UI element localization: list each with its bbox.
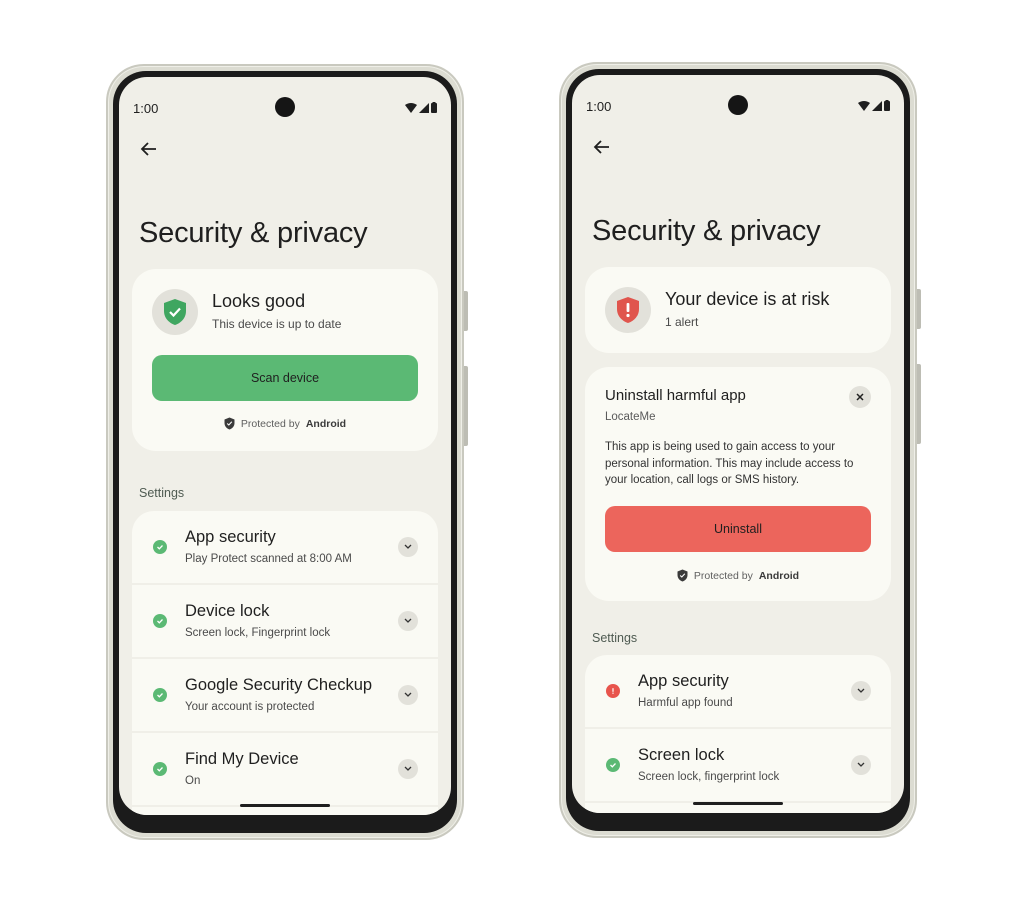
chevron-down-icon (857, 762, 865, 767)
status-ok-icon (606, 758, 620, 772)
item-title: Screen lock (638, 746, 725, 764)
status-ok-icon (153, 540, 167, 554)
status-bar: 1:00 (586, 95, 890, 117)
signal-icon (419, 102, 429, 113)
alert-card: Uninstall harmful app LocateMe This app … (585, 367, 891, 601)
settings-item-google-security-checkup[interactable]: Google Security Checkup Your account is … (132, 659, 438, 731)
status-card: Looks good This device is up to date Sca… (132, 269, 438, 451)
page-title: Security & privacy (139, 217, 368, 249)
status-ok-icon (153, 762, 167, 776)
bezel: 1:00 Security & privacy (566, 69, 910, 831)
scan-device-button[interactable]: Scan device (152, 355, 418, 401)
signal-icon (872, 100, 882, 111)
volume-button (917, 364, 921, 444)
status-card: Your device is at risk 1 alert (585, 267, 891, 353)
screen: 1:00 Security & privacy (119, 77, 451, 815)
system-icons (858, 100, 890, 111)
item-subtitle: Screen lock, Fingerprint lock (185, 627, 331, 639)
page-title: Security & privacy (592, 215, 821, 247)
settings-item-app-security[interactable]: App security Harmful app found (585, 655, 891, 727)
status-ok-icon (153, 614, 167, 628)
item-title: App security (638, 672, 729, 690)
power-button (917, 289, 921, 329)
item-title: App security (185, 528, 276, 546)
settings-item-screen-lock[interactable]: Screen lock Screen lock, fingerprint loc… (585, 729, 891, 801)
screen: 1:00 Security & privacy (572, 75, 904, 813)
status-bar: 1:00 (133, 97, 437, 119)
phone-left: 1:00 Security & privacy Looks good This … (106, 64, 468, 840)
item-title: Device lock (185, 602, 270, 620)
back-button[interactable] (590, 135, 614, 159)
phone-right: 1:00 Security & privacy Your device is a… (559, 62, 921, 838)
expand-button[interactable] (851, 681, 871, 701)
protected-prefix: Protected by (240, 417, 300, 430)
battery-icon (884, 100, 890, 111)
item-subtitle: Your account is protected (185, 701, 315, 713)
alert-title: Uninstall harmful app (605, 387, 746, 404)
wifi-icon (858, 100, 870, 111)
protected-brand: Android (305, 417, 347, 430)
settings-item-device-lock[interactable]: Device lock Screen lock, Fingerprint loc… (132, 585, 438, 657)
expand-button[interactable] (398, 759, 418, 779)
gesture-bar[interactable] (693, 802, 783, 805)
status-subtitle: 1 alert (665, 315, 699, 329)
arrow-left-icon (140, 142, 156, 156)
item-title: Google Security Checkup (185, 676, 373, 694)
status-subtitle: This device is up to date (212, 317, 342, 331)
chevron-down-icon (404, 618, 412, 623)
uninstall-button[interactable]: Uninstall (605, 506, 871, 552)
settings-section-label: Settings (592, 631, 638, 645)
settings-section-label: Settings (139, 486, 185, 500)
gesture-bar[interactable] (240, 804, 330, 807)
shield-alert-icon (617, 297, 639, 323)
system-icons (405, 102, 437, 113)
chevron-down-icon (857, 688, 865, 693)
chevron-down-icon (404, 692, 412, 697)
item-subtitle: Harmful app found (638, 697, 733, 709)
camera-cutout (728, 95, 748, 115)
status-title: Your device is at risk (665, 289, 830, 309)
settings-item-app-security[interactable]: App security Play Protect scanned at 8:0… (132, 511, 438, 583)
chevron-down-icon (404, 766, 412, 771)
arrow-left-icon (593, 140, 609, 154)
close-icon (856, 393, 864, 401)
item-title: Find My Device (185, 750, 299, 768)
protected-brand: Android (758, 569, 800, 582)
item-subtitle: On (185, 775, 201, 787)
status-icon-container (152, 289, 198, 335)
expand-button[interactable] (398, 537, 418, 557)
protected-by-android: Protected by Android (132, 417, 438, 430)
status-time: 1:00 (586, 99, 612, 114)
item-subtitle: Screen lock, fingerprint lock (638, 771, 780, 783)
camera-cutout (275, 97, 295, 117)
status-time: 1:00 (133, 101, 159, 116)
shield-check-icon (677, 569, 688, 582)
settings-item-find-my-device[interactable]: Find My Device On (132, 733, 438, 805)
chevron-down-icon (404, 544, 412, 549)
bezel: 1:00 Security & privacy (113, 71, 457, 833)
expand-button[interactable] (398, 685, 418, 705)
back-button[interactable] (137, 137, 161, 161)
shield-check-icon (224, 417, 235, 430)
battery-icon (431, 102, 437, 113)
settings-list: App security Play Protect scanned at 8:0… (132, 511, 438, 815)
power-button (464, 291, 468, 331)
shield-check-icon (164, 299, 186, 325)
wifi-icon (405, 102, 417, 113)
status-icon-container (605, 287, 651, 333)
expand-button[interactable] (398, 611, 418, 631)
alert-body: This app is being used to gain access to… (605, 441, 854, 486)
item-subtitle: Play Protect scanned at 8:00 AM (185, 553, 352, 565)
settings-item-more[interactable] (132, 807, 438, 815)
alert-app-name: LocateMe (605, 411, 656, 423)
expand-button[interactable] (851, 755, 871, 775)
dismiss-button[interactable] (849, 386, 871, 408)
protected-by-android: Protected by Android (585, 569, 891, 582)
protected-prefix: Protected by (693, 569, 753, 582)
settings-list: App security Harmful app found Screen lo… (585, 655, 891, 813)
status-ok-icon (153, 688, 167, 702)
status-alert-icon (606, 684, 620, 698)
volume-button (464, 366, 468, 446)
status-title: Looks good (212, 291, 306, 311)
